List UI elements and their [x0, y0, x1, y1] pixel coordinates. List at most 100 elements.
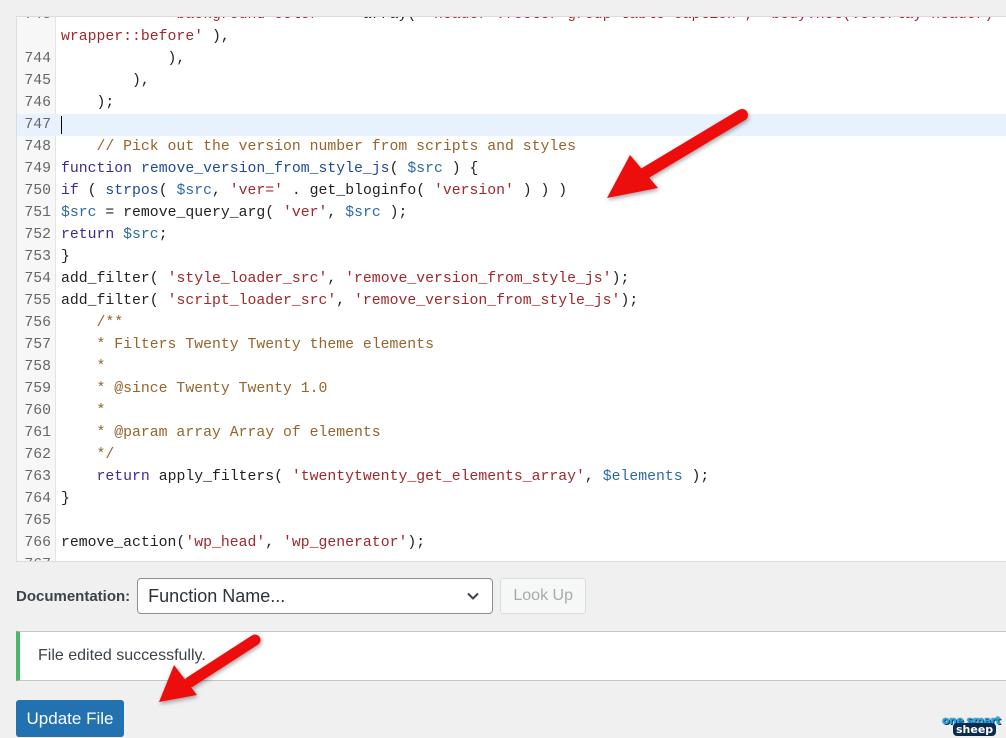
line-number: 764 — [24, 491, 51, 507]
code-token: return — [96, 469, 150, 485]
line-code: ), — [61, 70, 150, 92]
code-token: } — [61, 491, 70, 507]
logo-line-2: sheep — [953, 723, 997, 736]
code-line[interactable]: 744 ), — [17, 48, 1006, 70]
line-number: 765 — [24, 513, 51, 529]
code-token: add_filter( — [61, 271, 168, 287]
line-number: 757 — [24, 337, 51, 353]
code-token: * @param array Array of elements — [61, 425, 381, 441]
line-code: return $src; — [61, 224, 168, 246]
line-code: function remove_version_from_style_js( $… — [61, 158, 478, 180]
code-line[interactable]: 757 * Filters Twenty Twenty theme elemen… — [17, 334, 1006, 356]
code-token: , — [327, 271, 346, 287]
code-line[interactable]: 761 * @param array Array of elements — [17, 422, 1006, 444]
function-name-select-value: Function Name... — [148, 585, 286, 606]
code-line[interactable]: 760 * — [17, 400, 1006, 422]
line-code: */ — [61, 444, 115, 466]
code-line[interactable]: 749 function remove_version_from_style_js… — [17, 158, 1006, 180]
code-token: . get_bloginfo( — [283, 183, 434, 199]
code-token: remove_version_from_style_js — [140, 161, 390, 177]
code-token: $src — [61, 205, 97, 221]
code-editor[interactable]: 743 'background-color' => array( 'header… — [16, 16, 1006, 562]
code-line[interactable]: 748 // Pick out the version number from … — [17, 136, 1006, 158]
code-line[interactable]: 764} — [17, 488, 1006, 510]
code-token: => array( — [327, 17, 425, 23]
code-token: $src — [345, 205, 381, 221]
code-token: 'header .footer-group table caption', 'b… — [425, 17, 1002, 23]
line-number: 748 — [24, 139, 51, 155]
line-code: // Pick out the version number from scri… — [61, 136, 577, 158]
line-number: 760 — [24, 403, 51, 419]
line-number: 753 — [24, 249, 51, 265]
code-token: ( — [389, 161, 408, 177]
line-number: 756 — [24, 315, 51, 331]
line-number: 758 — [24, 359, 51, 375]
code-line[interactable]: 751 $src = remove_query_arg( 'ver', $src … — [17, 202, 1006, 224]
code-token: ), — [61, 51, 186, 67]
code-token: , — [211, 183, 230, 199]
line-number: 767 — [17, 554, 51, 561]
code-token: 'wp_head' — [185, 535, 266, 551]
code-line[interactable]: 765 — [17, 510, 1006, 532]
code-token: ; — [158, 227, 168, 243]
line-code: $src = remove_query_arg( 'ver', $src ); — [61, 202, 407, 224]
code-line[interactable]: 758 * — [17, 356, 1006, 378]
line-number: 749 — [24, 161, 51, 177]
code-line[interactable]: 750 if ( strpos( $src, 'ver=' . get_blogi… — [17, 180, 1006, 202]
code-token: , — [265, 535, 284, 551]
code-line[interactable]: 747 — [17, 114, 1006, 136]
code-token: , — [327, 205, 346, 221]
code-token: ( — [158, 183, 177, 199]
line-number: 747 — [24, 117, 51, 133]
line-number: 743 — [17, 17, 51, 26]
line-code: * @since Twenty Twenty 1.0 — [61, 378, 328, 400]
code-line[interactable]: 752 return $src; — [17, 224, 1006, 246]
line-code: } — [61, 488, 70, 510]
code-line[interactable]: 746 ); — [17, 92, 1006, 114]
code-token: return — [61, 227, 115, 243]
code-token: $src — [407, 161, 443, 177]
code-token: ), — [61, 73, 150, 89]
line-number: 766 — [24, 535, 51, 551]
code-token: 'ver=' — [229, 183, 284, 199]
update-file-button[interactable]: Update File — [16, 700, 124, 737]
line-code: remove_action('wp_head', 'wp_generator')… — [61, 532, 425, 554]
code-line[interactable]: 759 * @since Twenty Twenty 1.0 — [17, 378, 1006, 400]
code-line[interactable]: 766 remove_action('wp_head', 'wp_generato… — [17, 532, 1006, 554]
code-token: if — [61, 183, 79, 199]
code-line[interactable]: 767 — [17, 554, 1006, 561]
code-token: * — [61, 359, 106, 375]
code-token: apply_filters( — [149, 469, 292, 485]
code-lines[interactable]: 743 'background-color' => array( 'header… — [17, 17, 1006, 561]
line-code: ); — [61, 92, 115, 114]
function-name-select[interactable]: Function Name... — [137, 578, 494, 614]
code-token: // Pick out the version number from scri… — [61, 139, 577, 155]
line-code: ), — [61, 48, 186, 70]
code-token: 'version' — [433, 183, 514, 199]
code-line[interactable]: 763 return apply_filters( 'twentytwenty_… — [17, 466, 1006, 488]
code-line[interactable]: 754 add_filter( 'style_loader_src', 'remo… — [17, 268, 1006, 290]
line-number: 745 — [24, 73, 51, 89]
code-line[interactable]: 755 add_filter( 'script_loader_src', 'rem… — [17, 290, 1006, 312]
code-token: $src — [176, 183, 212, 199]
code-token: * Filters Twenty Twenty theme elements — [61, 337, 434, 353]
code-line[interactable]: 743 'background-color' => array( 'header… — [17, 17, 1006, 48]
code-line[interactable]: 753} — [17, 246, 1006, 268]
line-code: * — [61, 356, 106, 378]
line-number: 750 — [24, 183, 51, 199]
code-line[interactable]: 762 */ — [17, 444, 1006, 466]
code-token: strpos — [105, 183, 159, 199]
code-token: ); — [380, 205, 408, 221]
success-notice: File edited successfully. — [16, 631, 1006, 681]
code-line[interactable]: 756 /** — [17, 312, 1006, 334]
code-token: 'remove_version_from_style_js' — [345, 271, 612, 287]
code-token: wrapper::before' — [61, 29, 204, 45]
code-line[interactable]: 745 ), — [17, 70, 1006, 92]
line-number: 752 — [24, 227, 51, 243]
line-code: } — [61, 246, 70, 268]
documentation-row: Documentation: Function Name... Look Up — [16, 578, 587, 614]
look-up-button[interactable]: Look Up — [500, 578, 587, 614]
line-number: 763 — [24, 469, 51, 485]
